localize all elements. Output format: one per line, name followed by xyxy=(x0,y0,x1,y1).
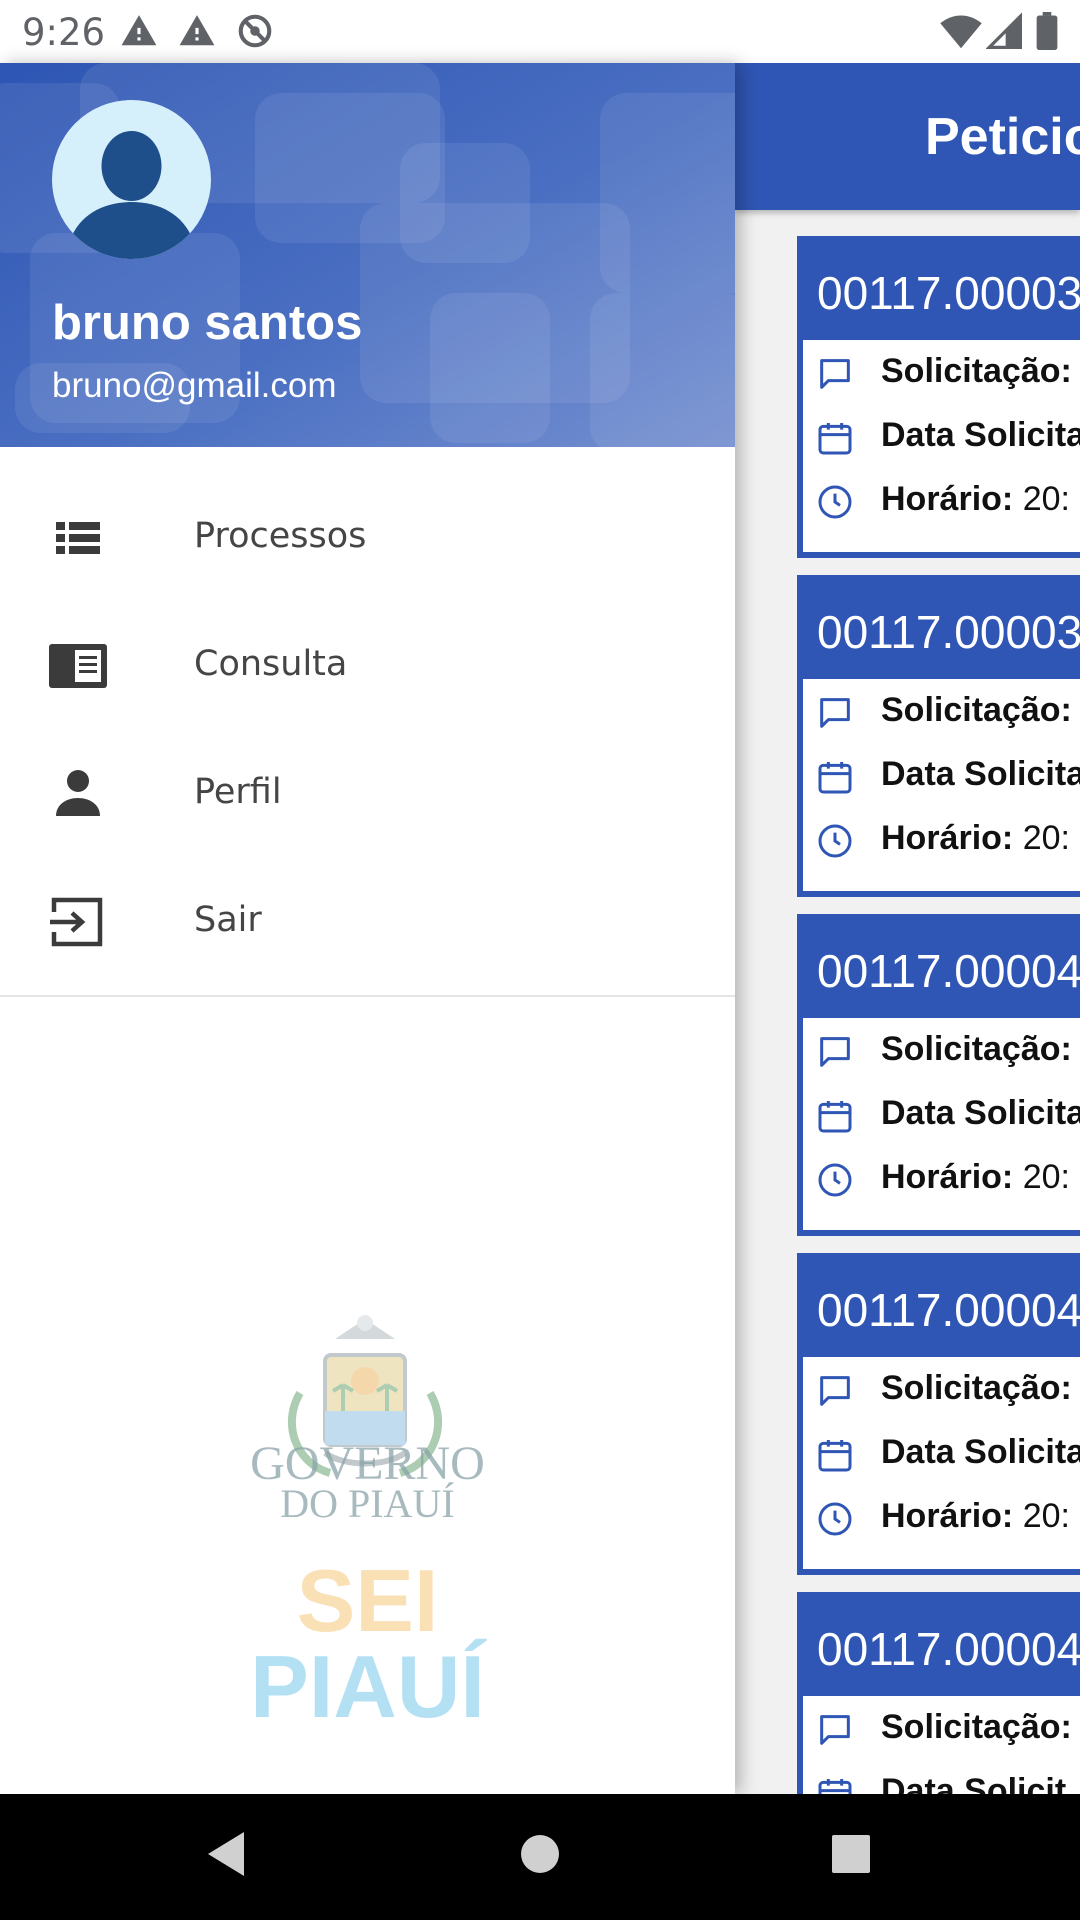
detail-label: Horário: xyxy=(881,480,1014,518)
wifi-icon xyxy=(940,12,982,50)
detail-label: Horário: xyxy=(881,1158,1014,1196)
comment-icon xyxy=(815,354,855,399)
detail-label: Solicitação: xyxy=(881,691,1072,729)
menu-item-label: Sair xyxy=(194,900,262,940)
petition-number: 00117.00004 xyxy=(817,1284,1080,1336)
menu-item-processos[interactable]: Processos xyxy=(0,474,735,602)
petition-card[interactable]: 00117.00003 Solicitação: Data Solicita Ho… xyxy=(797,575,1080,897)
person-icon xyxy=(48,766,108,827)
detail-label: Data Solicit xyxy=(881,1772,1067,1794)
detail-label: Solicitação: xyxy=(881,1030,1072,1068)
menu-item-label: Perfil xyxy=(194,772,282,812)
detail-value: 20: xyxy=(1022,480,1070,518)
detail-label: Solicitação: xyxy=(881,1708,1072,1746)
menu-item-label: Processos xyxy=(194,516,367,556)
exit-icon xyxy=(48,894,108,955)
system-nav-bar xyxy=(0,1794,1080,1920)
signal-icon xyxy=(986,12,1022,50)
comment-icon xyxy=(815,1371,855,1416)
user-name: bruno santos xyxy=(52,296,363,350)
calendar-icon xyxy=(815,1096,855,1141)
petition-card[interactable]: 00117.00004 Solicitação: Data Solicita Ho… xyxy=(797,914,1080,1236)
home-icon[interactable] xyxy=(520,1829,560,1884)
status-time: 9:26 xyxy=(22,11,106,54)
clock-icon xyxy=(815,482,855,527)
status-bar: 9:26 xyxy=(0,0,1080,63)
navigation-drawer: bruno santos bruno@gmail.com Processos C… xyxy=(0,63,735,1794)
calendar-icon xyxy=(815,418,855,463)
back-icon[interactable] xyxy=(204,1829,248,1884)
piaui-brand: PIAUÍ xyxy=(250,1637,485,1736)
petition-number: 00117.00003 xyxy=(817,267,1080,319)
petition-number: 00117.00003 xyxy=(817,606,1080,658)
screen-title: Peticio xyxy=(925,108,1080,166)
calendar-icon xyxy=(815,1774,855,1794)
list-icon xyxy=(48,510,108,571)
clock-icon xyxy=(815,1499,855,1544)
calendar-icon xyxy=(815,1435,855,1480)
detail-label: Data Solicita xyxy=(881,416,1080,454)
detail-value: 20: xyxy=(1022,1158,1070,1196)
person-avatar-icon xyxy=(70,131,193,259)
battery-icon xyxy=(1036,12,1058,50)
detail-label: Horário: xyxy=(881,819,1014,857)
petition-card[interactable]: 00117.00004 Solicitação: Data Solicit xyxy=(797,1592,1080,1794)
calendar-icon xyxy=(815,757,855,802)
divider xyxy=(0,995,735,997)
gov-title-line2: DO PIAUÍ xyxy=(280,1481,455,1526)
comment-icon xyxy=(815,1032,855,1077)
clock-icon xyxy=(815,1160,855,1205)
petition-number: 00117.00004 xyxy=(817,945,1080,997)
app-bar: Peticio xyxy=(735,63,1080,210)
clock-icon xyxy=(815,821,855,866)
detail-value: 20: xyxy=(1022,819,1070,857)
sync-disabled-icon xyxy=(236,12,274,50)
detail-label: Horário: xyxy=(881,1497,1014,1535)
avatar[interactable] xyxy=(52,100,211,259)
petition-card[interactable]: 00117.00003 Solicitação: Data Solicita Ho… xyxy=(797,236,1080,558)
drawer-header: bruno santos bruno@gmail.com xyxy=(0,63,735,447)
user-email: bruno@gmail.com xyxy=(52,366,337,405)
recents-icon[interactable] xyxy=(831,1829,871,1884)
detail-label: Solicitação: xyxy=(881,1369,1072,1407)
detail-label: Data Solicita xyxy=(881,1094,1080,1132)
warning-icon xyxy=(120,12,158,50)
menu-item-label: Consulta xyxy=(194,644,348,684)
warning-icon xyxy=(178,12,216,50)
document-icon xyxy=(48,638,108,699)
detail-label: Solicitação: xyxy=(881,352,1072,390)
comment-icon xyxy=(815,1710,855,1755)
comment-icon xyxy=(815,693,855,738)
detail-label: Data Solicita xyxy=(881,755,1080,793)
menu-item-consulta[interactable]: Consulta xyxy=(0,602,735,730)
detail-label: Data Solicita xyxy=(881,1433,1080,1471)
petition-card[interactable]: 00117.00004 Solicitação: Data Solicita Ho… xyxy=(797,1253,1080,1575)
background-screen: Peticio 00117.00003 Solicitação: Data Sol… xyxy=(735,63,1080,1794)
menu-item-sair[interactable]: Sair xyxy=(0,858,735,986)
menu-item-perfil[interactable]: Perfil xyxy=(0,730,735,858)
detail-value: 20: xyxy=(1022,1497,1070,1535)
petition-number: 00117.00004 xyxy=(817,1623,1080,1675)
